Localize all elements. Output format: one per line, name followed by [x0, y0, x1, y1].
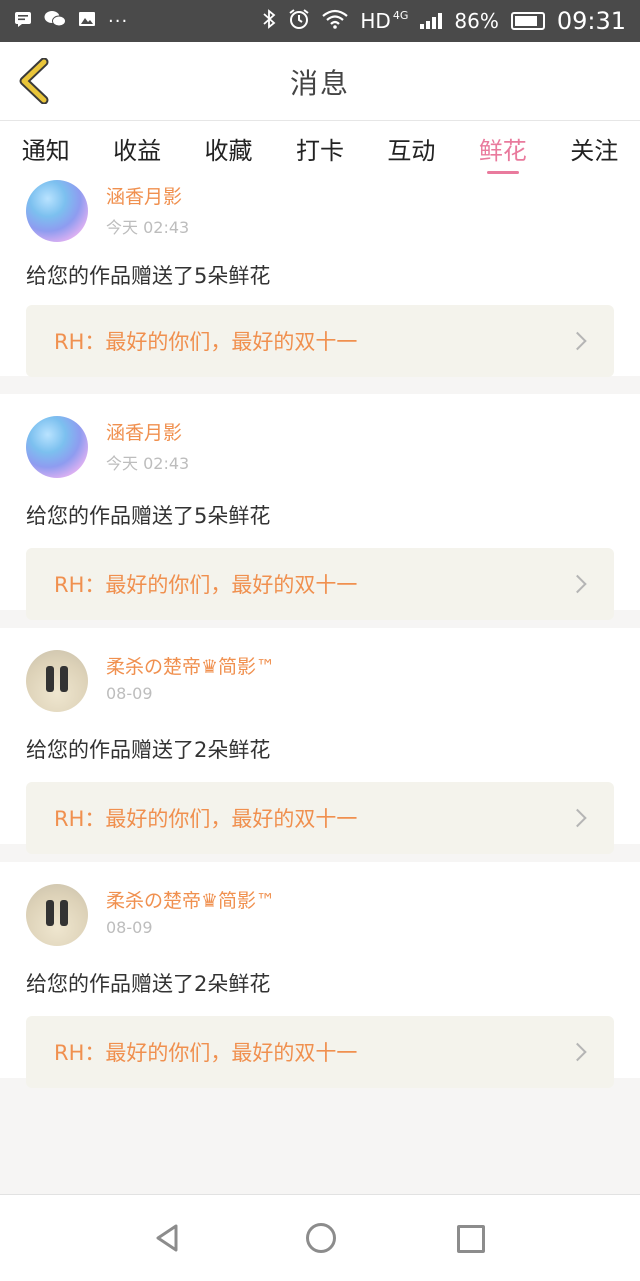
chevron-right-icon — [568, 808, 587, 828]
network-type-label: 4G — [392, 9, 409, 22]
timestamp: 今天 02:43 — [106, 218, 190, 237]
wechat-icon — [44, 9, 66, 33]
status-bar-left: ··· — [14, 9, 128, 33]
tab-checkin[interactable]: 打卡 — [296, 121, 344, 178]
figure-shape — [60, 666, 68, 692]
page-title: 消息 — [289, 67, 350, 100]
chevron-right-icon — [568, 574, 587, 594]
tab-interactions[interactable]: 互动 — [387, 121, 435, 178]
flower-feed: 涵香月影 今天 02:43 给您的作品赠送了5朵鲜花 RH：最好的你们，最好的双… — [0, 178, 640, 1096]
feed-item: 柔杀の楚帝♛简影™ 08-09 给您的作品赠送了2朵鲜花 RH：最好的你们，最好… — [0, 862, 640, 1088]
bluetooth-icon — [262, 8, 276, 34]
system-nav-bar — [0, 1194, 640, 1281]
tab-follows[interactable]: 关注 — [570, 121, 618, 178]
tab-notifications[interactable]: 通知 — [22, 121, 70, 178]
gift-message: 给您的作品赠送了2朵鲜花 — [26, 738, 271, 762]
username[interactable]: 柔杀の楚帝♛简影™ — [106, 886, 275, 913]
username[interactable]: 涵香月影 — [106, 418, 182, 445]
network-label: HD 4G — [360, 9, 408, 33]
feed-item: 涵香月影 今天 02:43 给您的作品赠送了5朵鲜花 RH：最好的你们，最好的双… — [0, 394, 640, 620]
username[interactable]: 柔杀の楚帝♛简影™ — [106, 652, 275, 679]
timestamp: 今天 02:43 — [106, 454, 190, 473]
timestamp: 08-09 — [106, 918, 153, 937]
app-header: 消息 — [0, 42, 640, 121]
more-notifications-icon: ··· — [108, 10, 129, 32]
tab-favorites[interactable]: 收藏 — [205, 121, 253, 178]
wifi-icon — [322, 9, 349, 34]
figure-shape — [46, 900, 54, 926]
nav-back-button[interactable] — [154, 1223, 180, 1257]
battery-percent: 86% — [454, 9, 499, 33]
work-link-text: RH：最好的你们，最好的双十一 — [54, 330, 358, 354]
figure-shape — [60, 900, 68, 926]
alarm-icon — [288, 8, 310, 35]
avatar[interactable] — [26, 416, 88, 478]
avatar[interactable] — [26, 180, 88, 242]
work-link-card[interactable]: RH：最好的你们，最好的双十一 — [26, 1016, 614, 1088]
work-link-card[interactable]: RH：最好的你们，最好的双十一 — [26, 782, 614, 854]
avatar[interactable] — [26, 884, 88, 946]
gift-message: 给您的作品赠送了5朵鲜花 — [26, 264, 271, 288]
avatar[interactable] — [26, 650, 88, 712]
signal-icon — [420, 13, 443, 29]
message-icon — [14, 9, 32, 33]
feed-item: 涵香月影 今天 02:43 给您的作品赠送了5朵鲜花 RH：最好的你们，最好的双… — [0, 178, 640, 377]
nav-home-button[interactable] — [306, 1223, 336, 1253]
work-link-card[interactable]: RH：最好的你们，最好的双十一 — [26, 305, 614, 377]
tab-bar: 通知 收益 收藏 打卡 互动 鲜花 关注 — [0, 121, 640, 178]
feed-item: 柔杀の楚帝♛简影™ 08-09 给您的作品赠送了2朵鲜花 RH：最好的你们，最好… — [0, 628, 640, 854]
gift-message: 给您的作品赠送了2朵鲜花 — [26, 972, 271, 996]
tab-earnings[interactable]: 收益 — [113, 121, 161, 178]
gift-message: 给您的作品赠送了5朵鲜花 — [26, 504, 271, 528]
status-bar: ··· HD 4G 86% 09:31 — [0, 0, 640, 42]
clock-time: 09:31 — [556, 7, 626, 35]
username[interactable]: 涵香月影 — [106, 182, 182, 209]
work-link-text: RH：最好的你们，最好的双十一 — [54, 573, 358, 597]
figure-shape — [46, 666, 54, 692]
timestamp: 08-09 — [106, 684, 153, 703]
status-bar-right: HD 4G 86% 09:31 — [262, 7, 626, 35]
chevron-right-icon — [568, 1042, 587, 1062]
nav-recent-apps-button[interactable] — [457, 1225, 485, 1253]
tab-flowers[interactable]: 鲜花 — [479, 121, 527, 178]
work-link-text: RH：最好的你们，最好的双十一 — [54, 1041, 358, 1065]
work-link-card[interactable]: RH：最好的你们，最好的双十一 — [26, 548, 614, 620]
image-icon — [78, 9, 96, 33]
network-hd-label: HD — [360, 9, 391, 33]
back-triangle-icon — [156, 1224, 178, 1252]
chevron-right-icon — [568, 331, 587, 351]
work-link-text: RH：最好的你们，最好的双十一 — [54, 807, 358, 831]
battery-icon — [510, 12, 545, 30]
